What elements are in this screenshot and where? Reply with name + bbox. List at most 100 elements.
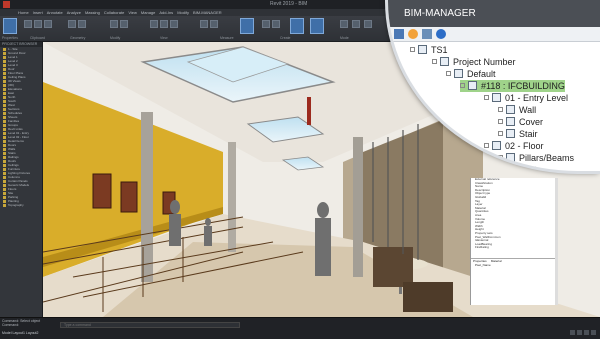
expand-icon[interactable] [410, 47, 415, 52]
ribbon-button[interactable] [120, 20, 128, 28]
tree-node-label: TS1 [431, 45, 448, 55]
filter-icon[interactable] [422, 29, 432, 39]
ribbon-button[interactable] [352, 20, 360, 28]
browser-item-label: Topography [8, 203, 24, 207]
expand-icon[interactable] [446, 71, 451, 76]
ribbon-button[interactable] [110, 20, 118, 28]
ribbon-button[interactable] [150, 20, 158, 28]
ribbon-panel-label: Mode [340, 36, 349, 40]
tree-node-label: #118 : IFCBUILDING [481, 81, 565, 91]
snap-icon[interactable] [577, 330, 582, 335]
ribbon-big-button[interactable] [290, 18, 304, 34]
tree-node[interactable]: Cover [498, 116, 543, 128]
expand-icon[interactable] [484, 95, 489, 100]
ribbon-button[interactable] [160, 20, 168, 28]
expand-icon[interactable] [498, 167, 503, 171]
wall-icon [506, 105, 515, 114]
tree-node[interactable]: 02 - Floor [484, 140, 544, 152]
tree-icon[interactable] [394, 29, 404, 39]
layout-tabs[interactable]: Model Layout1 Layout2 [2, 331, 38, 335]
modify-tool-icon[interactable] [3, 18, 17, 34]
command-history-line: Command: [2, 323, 20, 327]
properties-table: Properties Material Pset_NameValueProjec… [471, 258, 556, 286]
ribbon-button[interactable] [24, 20, 32, 28]
ribbon-button[interactable] [364, 20, 372, 28]
settings-icon[interactable] [591, 330, 596, 335]
tree-node[interactable]: Wall [498, 104, 536, 116]
ribbon-panel-label: Modify [110, 36, 121, 40]
ribbon-panel-label: View [160, 36, 168, 40]
ribbon-panel-label: Properties [2, 36, 18, 40]
ribbon-button[interactable] [262, 20, 270, 28]
tree-node-label: 01 - Entry Level [505, 93, 569, 103]
ribbon-tab[interactable]: Collaborate [104, 9, 124, 16]
tree-node[interactable]: Wall [498, 164, 536, 171]
ribbon-button[interactable] [34, 20, 42, 28]
project-icon [418, 45, 427, 54]
grid-icon[interactable] [570, 330, 575, 335]
info-icon[interactable] [436, 29, 446, 39]
ribbon-tab[interactable]: Insert [33, 9, 43, 16]
ribbon-panel-label: Create [280, 36, 291, 40]
app-logo-icon[interactable] [3, 1, 10, 8]
ribbon-button[interactable] [44, 20, 52, 28]
window-title: Revit 2019 - BIM [270, 1, 308, 7]
tree-node[interactable]: Stair [498, 128, 538, 140]
storey-icon [492, 141, 501, 150]
browser-item[interactable]: Topography [0, 203, 42, 207]
column-icon [506, 153, 515, 162]
ribbon-panel-label: Geometry [70, 36, 86, 40]
ribbon-button[interactable] [272, 20, 280, 28]
tree-node-label: Stair [519, 129, 538, 139]
ribbon-button[interactable] [200, 20, 208, 28]
tree-node[interactable]: Default [446, 68, 496, 80]
ribbon-big-button[interactable] [310, 18, 324, 34]
ribbon-tab[interactable]: BIM-MANAGER [193, 9, 222, 16]
tree-node-label: Cover [519, 117, 544, 127]
command-history: Command: Select object Command: [2, 319, 40, 327]
tree-node[interactable]: 01 - Entry Level [484, 92, 568, 104]
storey-icon [492, 93, 501, 102]
ortho-icon[interactable] [584, 330, 589, 335]
tree-node[interactable]: Pillars/Beams [498, 152, 574, 164]
bim-manager-title: BIM-MANAGER [388, 0, 600, 27]
ribbon-tab[interactable]: Massing [85, 9, 100, 16]
ribbon-button[interactable] [170, 20, 178, 28]
search-icon[interactable] [408, 29, 418, 39]
ribbon-tab[interactable]: Annotate [47, 9, 63, 16]
properties-panel: External reference Classification Name Desc… [470, 178, 556, 305]
expand-icon[interactable] [432, 59, 437, 64]
tree-node-label: Pillars/Beams [519, 153, 575, 163]
project-browser: PROJECT BROWSER 1 - Site Ground Floor Leve… [0, 42, 43, 317]
building-icon [468, 81, 477, 90]
ribbon-button[interactable] [340, 20, 348, 28]
ribbon-tab[interactable]: View [128, 9, 137, 16]
expand-icon[interactable] [498, 155, 503, 160]
status-icons [570, 330, 596, 335]
ribbon-tab[interactable]: Modify [177, 9, 189, 16]
properties-scrollbar[interactable] [555, 178, 558, 305]
expand-icon[interactable] [498, 119, 503, 124]
site-icon [454, 69, 463, 78]
ribbon-tab[interactable]: Analyze [67, 9, 81, 16]
tree-node[interactable]: TS1 [410, 44, 448, 56]
tree-node[interactable]: #118 : IFCBUILDING [460, 80, 565, 92]
tree-node[interactable]: Project Number [432, 56, 516, 68]
ribbon-big-button[interactable] [240, 18, 254, 34]
ribbon-tab[interactable]: Home [18, 9, 29, 16]
ribbon-button[interactable] [68, 20, 76, 28]
command-input[interactable] [60, 322, 240, 328]
property-row[interactable]: FireRating [471, 246, 555, 250]
expand-icon[interactable] [498, 131, 503, 136]
expand-icon[interactable] [498, 107, 503, 112]
ribbon-tab[interactable]: Manage [141, 9, 155, 16]
ribbon-button[interactable] [78, 20, 86, 28]
ribbon-button[interactable] [210, 20, 218, 28]
tree-node-label: Wall [519, 165, 537, 171]
ribbon-tab[interactable]: Add-Ins [159, 9, 173, 16]
tree-node-label: Project Number [453, 57, 516, 67]
expand-icon[interactable] [484, 143, 489, 148]
tree-node-label: Wall [519, 105, 537, 115]
cover-icon [506, 117, 515, 126]
expand-icon[interactable] [460, 83, 465, 88]
